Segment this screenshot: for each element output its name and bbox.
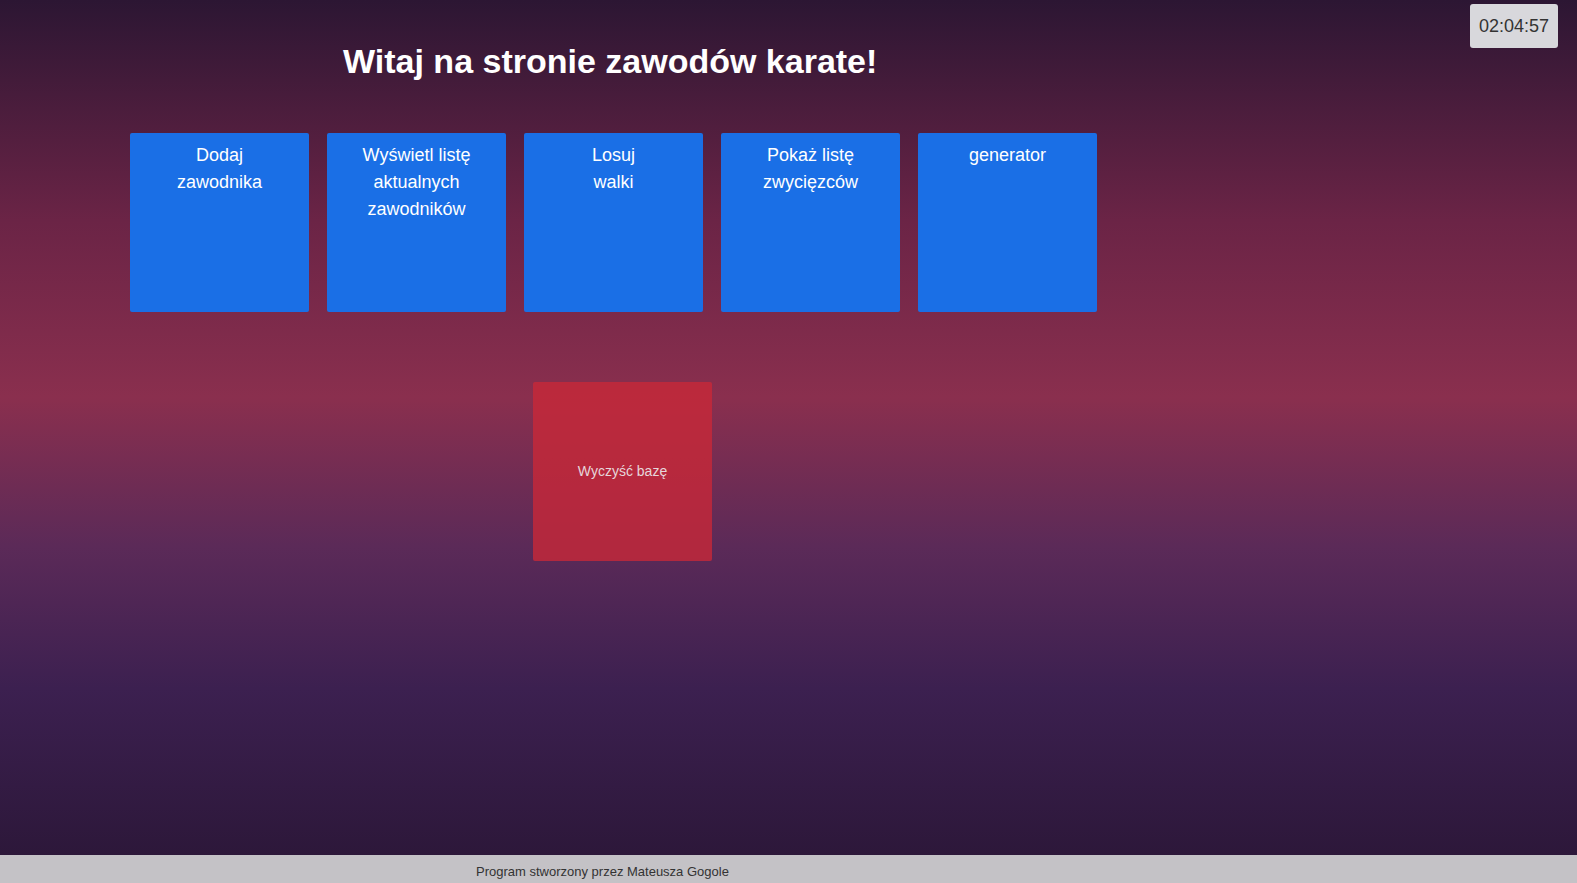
tile-label-line: Losuj xyxy=(592,142,635,169)
tile-label-line: walki xyxy=(593,169,633,196)
danger-row: Wyczyść bazę xyxy=(0,382,1577,561)
tile-label-line: zawodnika xyxy=(177,169,262,196)
tile-row: DodajzawodnikaWyświetl listęaktualnychza… xyxy=(0,133,1577,312)
tile-label-line: zwycięzców xyxy=(763,169,858,196)
menu-tile[interactable]: generator xyxy=(918,133,1097,312)
tile-label-line: Pokaż listę xyxy=(767,142,854,169)
clock: 02:04:57 xyxy=(1470,4,1558,48)
tile-label-line: zawodników xyxy=(367,196,465,223)
clear-database-tile[interactable]: Wyczyść bazę xyxy=(533,382,712,561)
page-heading: Witaj na stronie zawodów karate! xyxy=(0,0,1577,82)
menu-tile[interactable]: Dodajzawodnika xyxy=(130,133,309,312)
menu-tile[interactable]: Wyświetl listęaktualnychzawodników xyxy=(327,133,506,312)
footer-text: Program stworzony przez Mateusza Gogole xyxy=(476,862,729,882)
menu-tile[interactable]: Losujwalki xyxy=(524,133,703,312)
tile-label-line: aktualnych xyxy=(373,169,459,196)
page: 02:04:57Witaj na stronie zawodów karate!… xyxy=(0,0,1577,883)
tile-label-line: Wyświetl listę xyxy=(363,142,471,169)
tile-label-line: Dodaj xyxy=(196,142,243,169)
footer: Program stworzony przez Mateusza Gogole xyxy=(0,855,1577,883)
tile-label-line: generator xyxy=(969,142,1046,169)
menu-tile[interactable]: Pokaż listęzwycięzców xyxy=(721,133,900,312)
